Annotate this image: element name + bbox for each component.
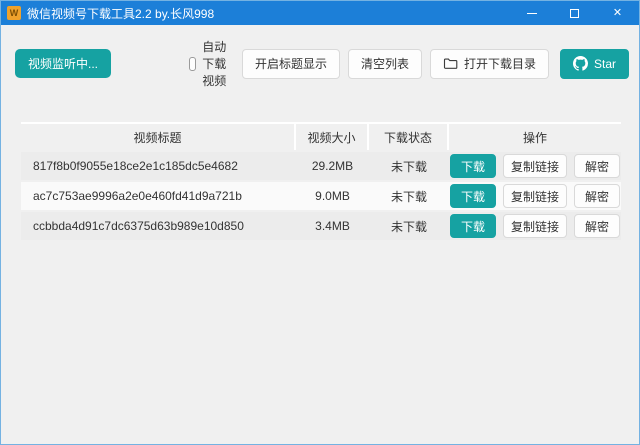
auto-download-label: 自动下载视频 bbox=[202, 38, 234, 89]
app-window: W 微信视频号下载工具2.2 by.长风998 ✕ 视频监听中... 自动下载视… bbox=[0, 0, 640, 445]
row-actions: 下载 复制链接 解密 bbox=[449, 184, 621, 208]
copy-link-button[interactable]: 复制链接 bbox=[503, 214, 567, 238]
close-button[interactable]: ✕ bbox=[596, 1, 639, 25]
row-actions: 下载 复制链接 解密 bbox=[449, 214, 621, 238]
table-row: 817f8b0f9055e18ce2e1c185dc5e4682 29.2MB … bbox=[21, 152, 621, 180]
window-controls: ✕ bbox=[510, 1, 639, 25]
toolbar: 视频监听中... 自动下载视频 开启标题显示 清空列表 打开下载目录 Star bbox=[15, 38, 629, 89]
table-header: 视频标题 视频大小 下载状态 操作 bbox=[21, 122, 621, 150]
video-title-cell: ccbbda4d91c7dc6375d63b989e10d850 bbox=[21, 219, 296, 233]
header-video-title: 视频标题 bbox=[21, 124, 296, 150]
row-actions: 下载 复制链接 解密 bbox=[449, 154, 621, 178]
decrypt-button[interactable]: 解密 bbox=[574, 214, 620, 238]
download-button[interactable]: 下载 bbox=[450, 214, 496, 238]
video-size-cell: 29.2MB bbox=[296, 159, 369, 173]
github-icon bbox=[573, 56, 588, 71]
download-button[interactable]: 下载 bbox=[450, 154, 496, 178]
open-download-dir-button[interactable]: 打开下载目录 bbox=[430, 49, 549, 79]
enable-title-display-button[interactable]: 开启标题显示 bbox=[242, 49, 340, 79]
table-row: ac7c753ae9996a2e0e460fd41d9a721b 9.0MB 未… bbox=[21, 182, 621, 210]
minimize-button[interactable] bbox=[510, 1, 553, 25]
github-star-button[interactable]: Star bbox=[560, 49, 629, 79]
clear-list-button[interactable]: 清空列表 bbox=[348, 49, 422, 79]
window-title: 微信视频号下载工具2.2 by.长风998 bbox=[27, 5, 214, 22]
minimize-icon bbox=[527, 13, 537, 14]
video-title-cell: 817f8b0f9055e18ce2e1c185dc5e4682 bbox=[21, 159, 296, 173]
header-download-status: 下载状态 bbox=[369, 124, 449, 150]
download-status-cell: 未下载 bbox=[369, 188, 449, 205]
download-status-cell: 未下载 bbox=[369, 218, 449, 235]
video-table: 视频标题 视频大小 下载状态 操作 817f8b0f9055e18ce2e1c1… bbox=[21, 122, 621, 240]
auto-download-group: 自动下载视频 bbox=[189, 38, 234, 89]
table-row: ccbbda4d91c7dc6375d63b989e10d850 3.4MB 未… bbox=[21, 212, 621, 240]
video-size-cell: 3.4MB bbox=[296, 219, 369, 233]
video-title-cell: ac7c753ae9996a2e0e460fd41d9a721b bbox=[21, 189, 296, 203]
video-size-cell: 9.0MB bbox=[296, 189, 369, 203]
header-video-size: 视频大小 bbox=[296, 124, 369, 150]
download-status-cell: 未下载 bbox=[369, 158, 449, 175]
decrypt-button[interactable]: 解密 bbox=[574, 154, 620, 178]
titlebar: W 微信视频号下载工具2.2 by.长风998 ✕ bbox=[1, 1, 639, 25]
copy-link-button[interactable]: 复制链接 bbox=[503, 184, 567, 208]
github-star-label: Star bbox=[594, 57, 616, 71]
maximize-button[interactable] bbox=[553, 1, 596, 25]
decrypt-button[interactable]: 解密 bbox=[574, 184, 620, 208]
auto-download-checkbox[interactable] bbox=[189, 57, 196, 71]
download-button[interactable]: 下载 bbox=[450, 184, 496, 208]
copy-link-button[interactable]: 复制链接 bbox=[503, 154, 567, 178]
maximize-icon bbox=[570, 9, 579, 18]
app-icon: W bbox=[7, 6, 21, 20]
listening-status-button[interactable]: 视频监听中... bbox=[15, 49, 111, 78]
close-icon: ✕ bbox=[613, 8, 622, 19]
table-body: 817f8b0f9055e18ce2e1c185dc5e4682 29.2MB … bbox=[21, 152, 621, 240]
header-actions: 操作 bbox=[449, 124, 621, 150]
folder-icon bbox=[443, 56, 458, 71]
open-download-dir-label: 打开下载目录 bbox=[464, 55, 536, 72]
